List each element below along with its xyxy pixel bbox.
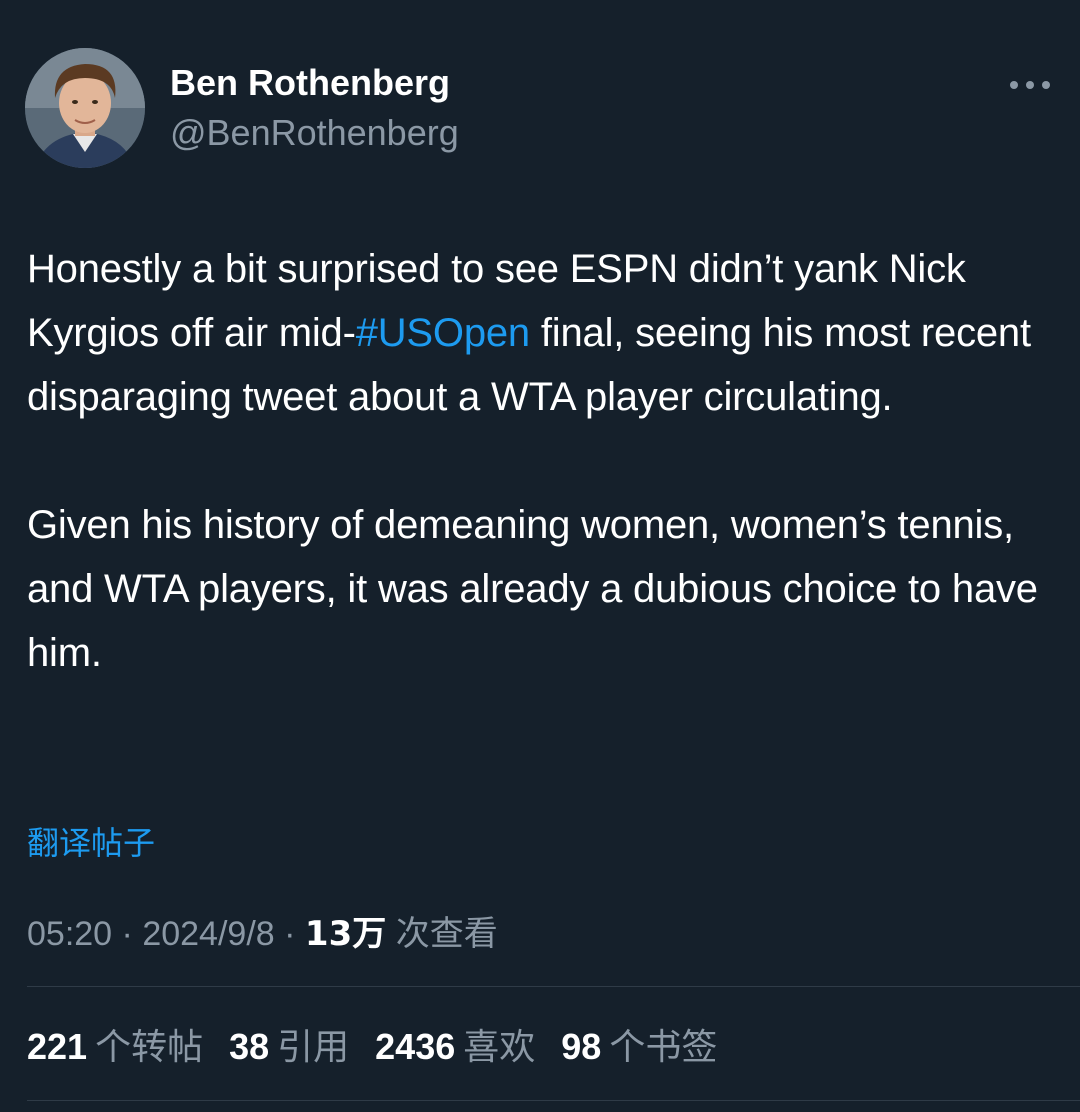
tweet-date[interactable]: 2024/9/8 [142,915,274,953]
likes-label: 喜欢 [463,1027,536,1068]
divider [27,986,1080,987]
views-label: 次查看 [395,914,498,954]
divider [27,1100,1080,1101]
translate-post-link[interactable]: 翻译帖子 [27,818,155,864]
avatar[interactable] [25,48,145,168]
tweet-time[interactable]: 05:20 [27,915,112,953]
likes-count: 2436 [375,1026,456,1067]
likes-stat[interactable]: 2436 喜欢 [375,1018,535,1070]
more-horizontal-icon [1026,81,1034,89]
tweet-paragraph-2: Given his history of demeaning women, wo… [27,503,1038,675]
views-count: 13万 [304,914,387,954]
author-handle[interactable]: @BenRothenberg [170,112,459,154]
reposts-stat[interactable]: 221 个转帖 [27,1018,203,1070]
more-horizontal-icon [1010,81,1018,89]
bookmarks-label: 个书签 [609,1027,718,1068]
engagement-stats: 221 个转帖 38 引用 2436 喜欢 98 个书签 [27,1018,717,1070]
reposts-count: 221 [27,1026,88,1067]
author-name[interactable]: Ben Rothenberg [170,62,450,104]
quotes-stat[interactable]: 38 引用 [229,1018,349,1070]
bookmarks-count: 98 [561,1026,602,1067]
quotes-count: 38 [229,1026,270,1067]
more-options-button[interactable] [1008,70,1052,100]
quotes-label: 引用 [277,1027,350,1068]
bookmarks-stat[interactable]: 98 个书签 [561,1018,717,1070]
meta-separator: · [121,915,133,953]
meta-separator: · [284,915,296,953]
tweet-meta: 05:20 · 2024/9/8 · 13万 次查看 [27,906,498,955]
avatar-image [25,48,145,168]
hashtag-link[interactable]: #USOpen [356,311,530,355]
tweet-text: Honestly a bit surprised to see ESPN did… [27,237,1062,685]
tweet-paragraph-1: Honestly a bit surprised to see ESPN did… [27,237,1062,429]
more-horizontal-icon [1042,81,1050,89]
reposts-label: 个转帖 [95,1027,204,1068]
